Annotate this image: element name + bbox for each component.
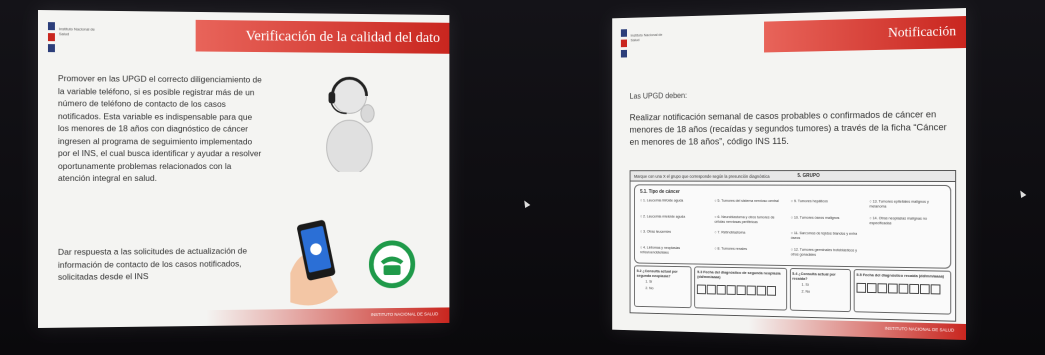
telephone-icon bbox=[368, 240, 415, 289]
paragraph-respond-requests: Dar respuesta a las solicitudes de actua… bbox=[58, 245, 259, 284]
paragraph-promote-phone: Promover en las UPGD el correcto diligen… bbox=[58, 72, 264, 184]
option: 2. Leucemia mieloide aguda bbox=[640, 214, 709, 228]
section-title: 5.1. Tipo de cáncer bbox=[640, 189, 680, 195]
paragraph-notification: Realizar notificación semanal de casos p… bbox=[630, 108, 953, 148]
option: 7. Retinoblastoma bbox=[714, 230, 785, 245]
ins-logo: Instituto Nacional de Salud bbox=[48, 22, 107, 62]
relapse-date-cell: 5.5 Fecha del diagnóstico recaída (dd/mm… bbox=[854, 269, 952, 315]
form-header-note: Marque con una X el grupo que correspond… bbox=[634, 174, 770, 179]
ins-logo: Instituto Nacional de Salud bbox=[621, 28, 674, 67]
footer-text: INSTITUTO NACIONAL DE SALUD bbox=[885, 326, 954, 333]
option: 6. Neuroblastoma y otros tumores de célu… bbox=[714, 215, 785, 230]
cancer-type-options: 1. Leucemia linfoide aguda 5. Tumores de… bbox=[640, 199, 944, 264]
slide-data-quality: Instituto Nacional de Salud Verificación… bbox=[38, 10, 449, 328]
option: 8. Tumores renales bbox=[714, 246, 785, 261]
option: 4. Linfomas y neoplasias reticuloendotel… bbox=[640, 245, 709, 260]
relapse-cell: 5.4 ¿Consulta actual por recaída? 1. Sí … bbox=[789, 268, 850, 312]
form-header: Marque con una X el grupo que correspond… bbox=[630, 171, 955, 182]
slide-footer: INSTITUTO NACIONAL DE SALUD bbox=[38, 307, 449, 328]
logo-text: Instituto Nacional de Salud bbox=[59, 26, 99, 36]
footer-text: INSTITUTO NACIONAL DE SALUD bbox=[371, 311, 438, 317]
option: 12. Tumores germinales trofoblásticos y … bbox=[791, 247, 864, 262]
smartphone-call-icon bbox=[281, 214, 348, 312]
option: 11. Sarcomas de tejidos blandos y extra … bbox=[791, 231, 864, 246]
second-neoplasia-date-cell: 5.3 Fecha del diagnóstico de segunda neo… bbox=[695, 266, 787, 310]
option: 13. Tumores epiteliales malignos y melan… bbox=[869, 200, 944, 215]
option: 1. Leucemia linfoide aguda bbox=[640, 199, 709, 213]
logo-text: Instituto Nacional de Salud bbox=[630, 32, 665, 42]
form-lower-row: 5.2 ¿Consulta actual por segunda neoplas… bbox=[634, 265, 951, 314]
projection-room: Instituto Nacional de Salud Verificación… bbox=[0, 0, 1045, 355]
slide-title: Verificación de la calidad del dato bbox=[196, 20, 450, 54]
option: 5. Tumores del sistema nervioso central bbox=[714, 199, 785, 213]
form-header-title: 5. GRUPO bbox=[797, 173, 819, 179]
intro-text: Las UPGD deben: bbox=[630, 90, 687, 103]
option: 10. Tumores óseos malignos bbox=[791, 215, 864, 230]
form-group-section: Marque con una X el grupo que correspond… bbox=[630, 170, 957, 322]
slide-notification: Instituto Nacional de Salud Notificación… bbox=[612, 8, 966, 340]
option: 3. Otras leucemias bbox=[640, 230, 709, 245]
second-neoplasia-cell: 5.2 ¿Consulta actual por segunda neoplas… bbox=[634, 265, 692, 308]
option: 9. Tumores hepáticos bbox=[791, 199, 864, 214]
headset-person-icon bbox=[316, 74, 382, 172]
option: 14. Otras neoplasias malignas no especif… bbox=[869, 216, 944, 231]
mouse-cursor-icon bbox=[522, 199, 531, 208]
mouse-cursor-icon bbox=[1018, 189, 1027, 198]
cancer-type-section: 5.1. Tipo de cáncer 1. Leucemia linfoide… bbox=[634, 184, 951, 268]
slide-title: Notificación bbox=[764, 16, 966, 52]
